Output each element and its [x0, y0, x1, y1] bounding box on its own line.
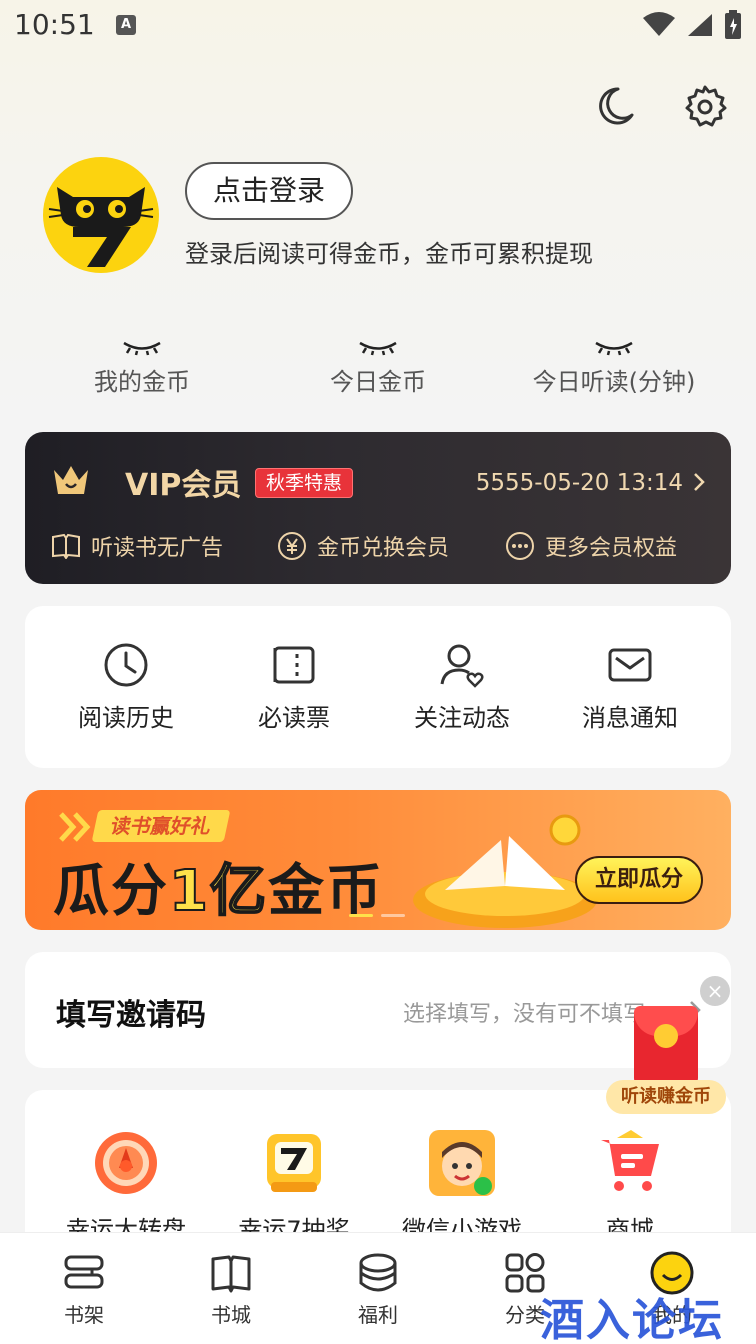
status-icons [642, 10, 742, 40]
stat-label: 我的金币 [94, 368, 190, 396]
signal-icon [688, 14, 712, 36]
notification-icon: A [116, 15, 136, 35]
gear-icon[interactable] [683, 84, 727, 128]
follow-updates-button[interactable]: 关注动态 [374, 642, 550, 733]
shop-button[interactable]: 商城 [542, 1130, 718, 1245]
quick-actions-card: 阅读历史 必读票 关注动态 消息通知 [25, 606, 731, 768]
slot-machine-icon [267, 1134, 321, 1192]
tab-welfare[interactable]: 福利 [328, 1251, 428, 1328]
promo-banner[interactable]: 读书赢好礼 瓜分1亿金币 立即瓜分 [25, 790, 731, 930]
close-icon[interactable]: × [700, 976, 730, 1006]
book-open-icon [52, 533, 80, 559]
forum-watermark: 酒入论坛 [540, 1295, 724, 1344]
stat-today-listen[interactable]: 今日听读(分钟) [496, 340, 732, 397]
vip-perk-no-ads[interactable]: 听读书无广告 [51, 530, 223, 562]
closed-eye-icon [123, 341, 161, 356]
reading-history-button[interactable]: 阅读历史 [38, 642, 214, 733]
tab-label: 书城 [211, 1303, 251, 1327]
stat-label: 今日金币 [330, 368, 426, 396]
banner-pagination [349, 914, 405, 917]
lucky-7-button[interactable]: 幸运7抽奖 [206, 1130, 382, 1245]
bookshelf-icon [64, 1255, 104, 1289]
banner-tag: 读书赢好礼 [91, 810, 231, 842]
vip-perk-more[interactable]: 更多会员权益 [505, 530, 677, 562]
login-button[interactable]: 点击登录 [185, 162, 353, 220]
double-chevron-icon [59, 812, 91, 842]
cat-logo-icon [48, 187, 154, 267]
ticket-icon [273, 646, 315, 684]
moon-icon[interactable] [592, 84, 636, 128]
wifi-icon [643, 12, 675, 36]
red-packet-icon [634, 1006, 698, 1086]
floating-red-packet[interactable]: × 听读赚金币 [606, 976, 730, 1120]
must-read-ticket-button[interactable]: 必读票 [206, 642, 382, 733]
battery-icon [725, 10, 741, 39]
banner-headline: 瓜分1亿金币 [53, 846, 384, 927]
qa-label: 消息通知 [582, 704, 678, 732]
vip-perk-label: 听读书无广告 [91, 536, 224, 561]
tab-label: 书架 [64, 1303, 104, 1327]
coin-stack-icon [359, 1253, 397, 1292]
vip-expire-date: 5555-05-20 13:14 [475, 470, 683, 496]
vip-title: VIP会员 [125, 468, 242, 503]
more-circle-icon [506, 532, 534, 560]
pagination-dot-active [349, 914, 373, 917]
open-book-icon [211, 1255, 251, 1293]
status-time: 10:51 [14, 8, 95, 41]
yuan-coin-icon [278, 532, 306, 560]
gold-book-illustration [413, 814, 597, 928]
avatar[interactable] [43, 157, 159, 273]
chevron-right-icon [694, 473, 705, 491]
lucky-wheel-button[interactable]: 幸运大转盘 [38, 1130, 214, 1245]
invite-title: 填写邀请码 [56, 998, 206, 1033]
tab-bookstore[interactable]: 书城 [181, 1251, 281, 1328]
notifications-button[interactable]: 消息通知 [542, 642, 718, 733]
qa-label: 阅读历史 [78, 704, 174, 732]
shopping-cart-icon [601, 1130, 659, 1191]
minigame-avatar-icon [429, 1130, 495, 1196]
vip-card[interactable]: VIP会员 秋季特惠 5555-05-20 13:14 听读书无广告 金币兑换会… [25, 432, 731, 584]
closed-eye-icon [595, 341, 633, 356]
crown-icon [54, 466, 88, 494]
status-bar: 10:51 A [0, 0, 756, 52]
tab-bookshelf[interactable]: 书架 [34, 1251, 134, 1328]
stats-row: 我的金币 今日金币 今日听读(分钟) [24, 340, 732, 410]
pagination-dot [381, 914, 405, 917]
vip-perk-coin-exchange[interactable]: 金币兑换会员 [277, 530, 449, 562]
banner-headline-a: 瓜分 [53, 859, 169, 924]
closed-eye-icon [359, 341, 397, 356]
stat-my-coins[interactable]: 我的金币 [24, 340, 260, 397]
stat-today-coins[interactable]: 今日金币 [260, 340, 496, 397]
vip-perk-label: 更多会员权益 [545, 536, 678, 561]
login-hint: 登录后阅读可得金币，金币可累积提现 [185, 240, 593, 268]
vip-promo-badge: 秋季特惠 [255, 468, 354, 498]
lucky-wheel-icon [95, 1132, 157, 1194]
stat-label: 今日听读(分钟) [532, 368, 696, 396]
red-packet-label: 听读赚金币 [606, 1080, 726, 1114]
mail-icon [608, 648, 652, 682]
tab-label: 福利 [358, 1303, 398, 1327]
user-heart-icon [440, 644, 484, 688]
qa-label: 必读票 [258, 704, 330, 732]
qa-label: 关注动态 [414, 704, 510, 732]
vip-perk-label: 金币兑换会员 [317, 536, 450, 561]
banner-headline-b: 1亿 [168, 858, 268, 925]
clock-icon [104, 643, 148, 687]
wechat-minigame-button[interactable]: 微信小游戏 [374, 1130, 550, 1245]
banner-join-button[interactable]: 立即瓜分 [575, 856, 703, 904]
